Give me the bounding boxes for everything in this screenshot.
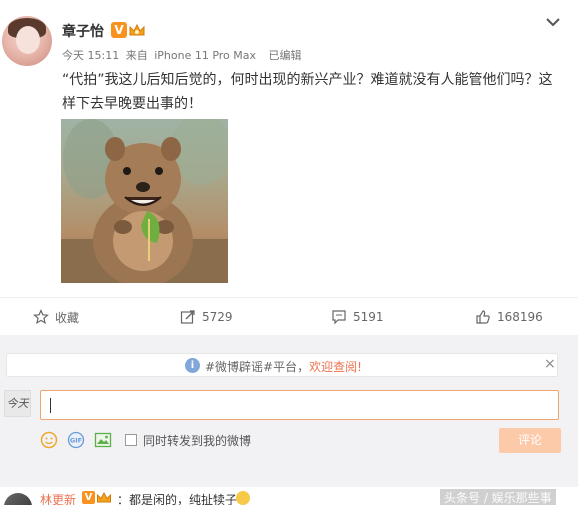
watermark: 头条号 / 娱乐那些事 (440, 489, 556, 505)
quokka-illustration (61, 119, 228, 283)
post-source-device[interactable]: iPhone 11 Pro Max (154, 49, 256, 62)
thumbs-up-icon (476, 310, 490, 324)
commenter-verified-badge: V (82, 491, 95, 504)
comment-button[interactable]: 5191 (331, 298, 384, 336)
notice-prefix[interactable]: #微博辟谣#平台， (205, 360, 309, 374)
notice-link[interactable]: 欢迎查阅! (309, 360, 362, 374)
post-meta: 今天 15:11 来自 iPhone 11 Pro Max 已编辑 (62, 47, 305, 63)
text-caret (50, 398, 51, 413)
post-username[interactable]: 章子怡 (62, 21, 104, 41)
favorite-label: 收藏 (55, 310, 80, 325)
comment-input[interactable] (40, 390, 559, 420)
post-source-prefix: 来自 (125, 49, 148, 62)
comment-bubble-icon (332, 310, 346, 325)
post-edited-label[interactable]: 已编辑 (269, 49, 302, 62)
edit-share-icon (180, 310, 195, 324)
comment-text: ：都是闲的，纯扯犊子 (117, 493, 238, 505)
my-avatar: 今天 (4, 390, 31, 417)
vip-crown-icon (97, 491, 111, 503)
notice-text: #微博辟谣#平台，欢迎查阅! (205, 358, 362, 375)
post-time[interactable]: 今天 15:11 (62, 49, 119, 62)
composer-toolbar: GIF 同时转发到我的微博 (40, 429, 251, 451)
svg-text:GIF: GIF (70, 437, 82, 445)
chevron-down-icon[interactable] (545, 16, 561, 28)
favorite-button[interactable]: 收藏 (33, 298, 79, 336)
gif-icon[interactable]: GIF (67, 431, 85, 449)
star-icon (33, 309, 49, 325)
smiley-icon[interactable] (40, 431, 58, 449)
forward-checkbox[interactable] (125, 434, 137, 446)
avatar-face (16, 26, 40, 54)
smiley-emoji-icon (236, 491, 250, 505)
comment-count: 5191 (353, 310, 384, 324)
rumor-notice-banner: i #微博辟谣#平台，欢迎查阅! × (6, 353, 558, 377)
repost-count: 5729 (202, 310, 233, 324)
like-button[interactable]: 168196 (475, 298, 543, 336)
post-action-bar: 收藏 5729 5191 168196 (0, 297, 578, 335)
repost-button[interactable]: 5729 (180, 298, 233, 336)
like-count: 168196 (497, 310, 543, 324)
close-icon[interactable]: × (544, 356, 556, 372)
vip-crown-icon (129, 23, 145, 36)
post-image[interactable] (61, 119, 228, 283)
comment-composer-area: i #微博辟谣#平台，欢迎查阅! × 今天 GIF 同时转发到我的微博 评论 (0, 335, 578, 487)
user-avatar[interactable] (2, 16, 52, 66)
forward-label: 同时转发到我的微博 (143, 433, 252, 448)
info-icon: i (185, 358, 200, 373)
post-text: “代拍”我这儿后知后觉的，何时出现的新兴产业？难道就没有人能管他们吗？这样下去早… (62, 72, 553, 112)
commenter-avatar[interactable] (4, 493, 32, 505)
verified-badge: V (111, 22, 127, 38)
picture-icon[interactable] (94, 431, 112, 449)
submit-comment-button[interactable]: 评论 (499, 428, 561, 453)
commenter-username[interactable]: 林更新 (40, 491, 76, 505)
weibo-post: 章子怡 V 今天 15:11 来自 iPhone 11 Pro Max 已编辑 … (0, 0, 578, 297)
comment-item: 林更新 V ：都是闲的，纯扯犊子 头条号 / 娱乐那些事 (0, 487, 578, 505)
